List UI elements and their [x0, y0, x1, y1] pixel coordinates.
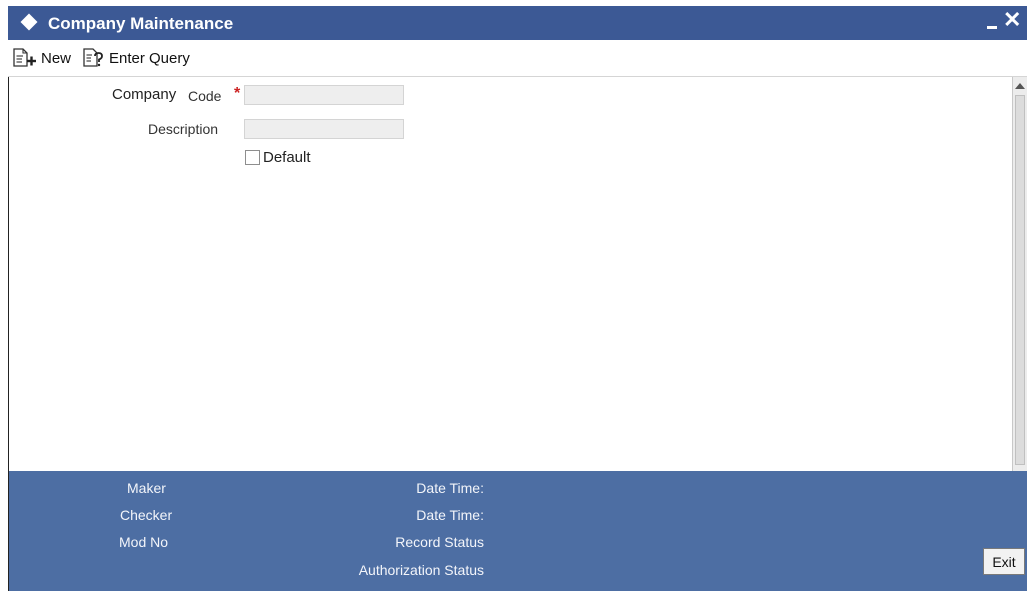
enter-query-button[interactable]: Enter Query [82, 46, 190, 70]
new-document-icon [13, 48, 36, 67]
required-marker: * [234, 85, 241, 102]
checker-label: Checker [120, 507, 173, 523]
authorization-status-label: Authorization Status [358, 562, 484, 578]
scrollbar-thumb[interactable] [1015, 95, 1025, 465]
close-icon[interactable]: ✕ [1003, 9, 1021, 31]
toolbar: New Enter Query [8, 40, 1027, 77]
description-label: Description [148, 121, 219, 137]
diamond-icon [20, 13, 38, 31]
title-bar: Company Maintenance ✕ [8, 6, 1027, 40]
description-input[interactable] [244, 119, 404, 139]
exit-button[interactable]: Exit [983, 548, 1025, 575]
enter-query-icon [83, 48, 103, 67]
window-title: Company Maintenance [48, 14, 234, 33]
scroll-up-arrow-icon[interactable] [1015, 83, 1025, 89]
maker-date-time-label: Date Time: [416, 480, 484, 496]
default-checkbox[interactable] [245, 150, 260, 165]
default-label: Default [263, 149, 311, 166]
code-label: Code [188, 88, 222, 104]
enter-query-button-label: Enter Query [109, 49, 190, 67]
record-status-label: Record Status [395, 534, 484, 550]
new-button[interactable]: New [12, 46, 71, 70]
company-code-input[interactable] [244, 85, 404, 105]
maker-label: Maker [127, 480, 166, 496]
new-button-label: New [41, 49, 72, 67]
mod-no-label: Mod No [119, 534, 169, 550]
checker-date-time-label: Date Time: [416, 507, 484, 523]
company-label: Company [112, 86, 177, 103]
vertical-scrollbar[interactable] [1012, 77, 1027, 471]
minimize-icon[interactable] [987, 26, 997, 29]
company-maintenance-window: Company Maintenance ✕ New Enter Query Co… [0, 0, 1027, 591]
audit-panel: Maker Checker Mod No Date Time: Date Tim… [9, 471, 1027, 591]
